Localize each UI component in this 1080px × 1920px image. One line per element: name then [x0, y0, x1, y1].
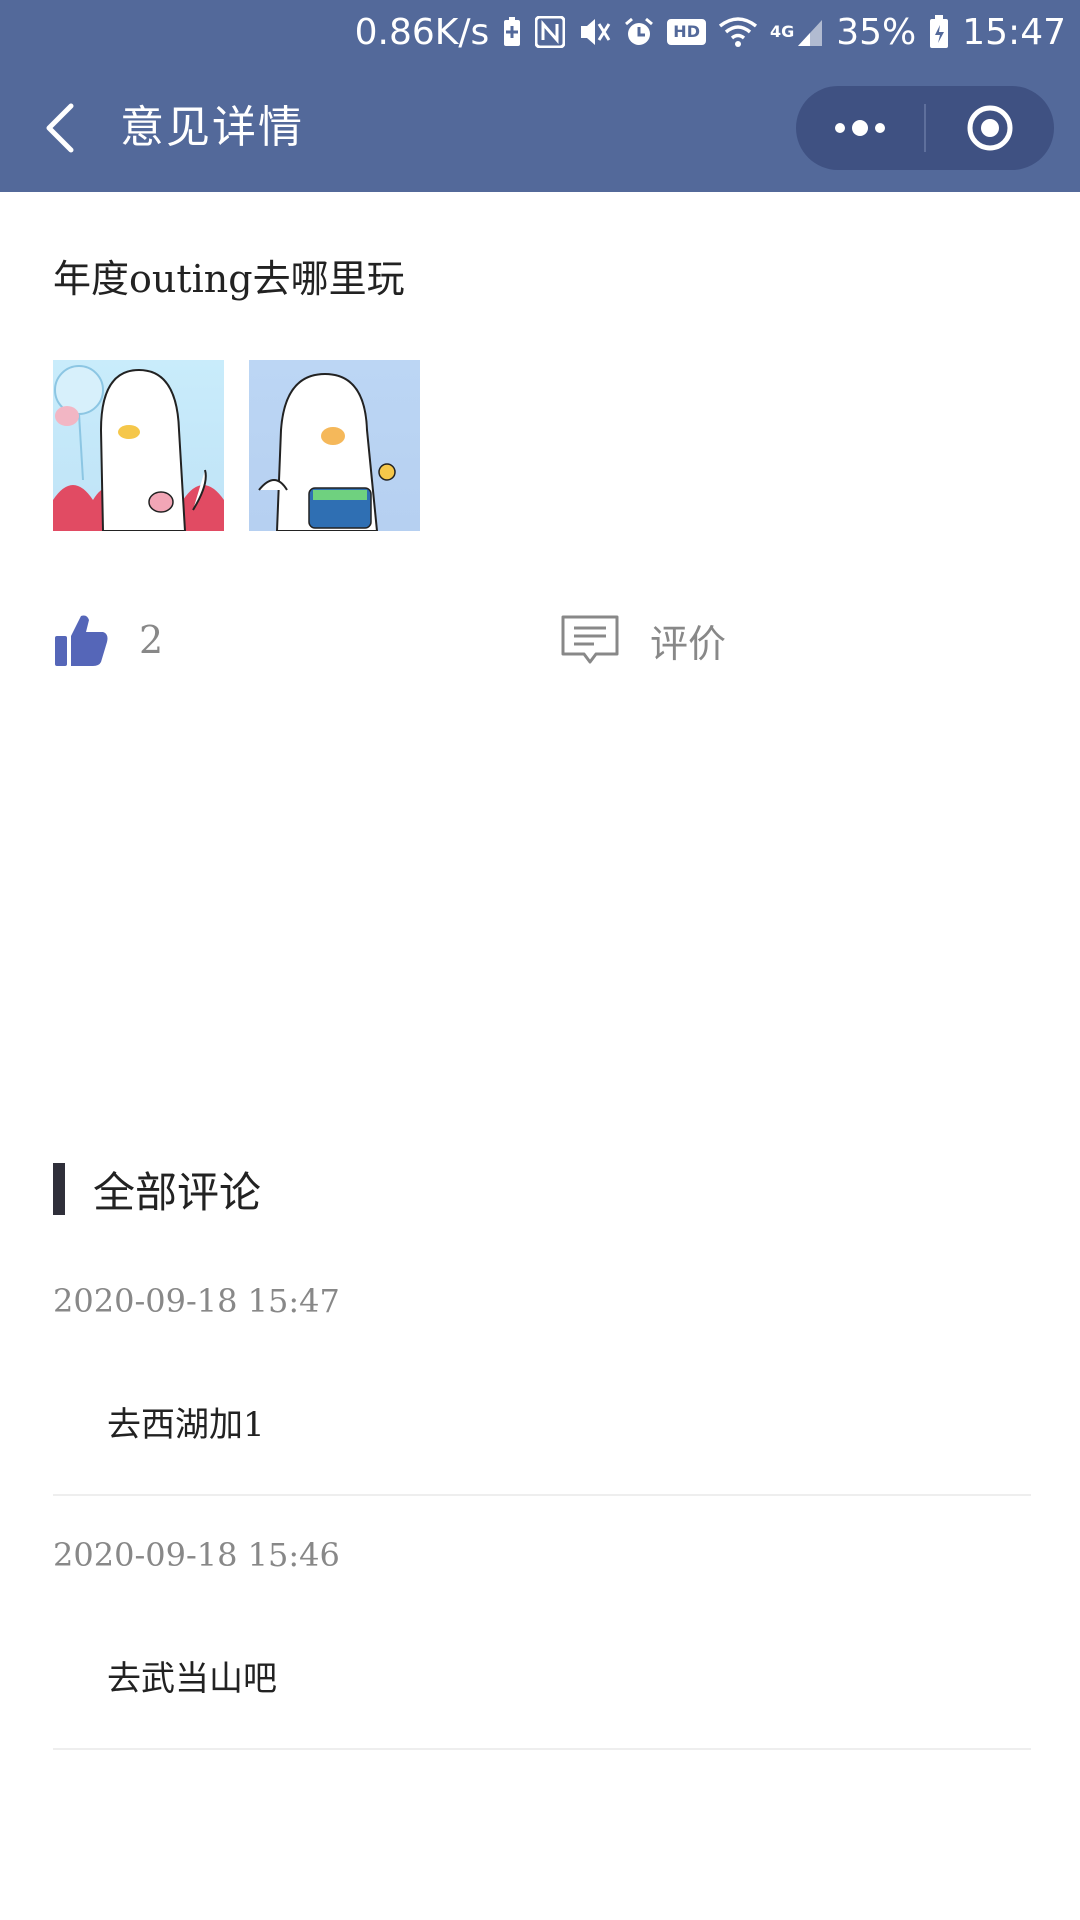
comment-item: 2020-09-18 15:47 去西湖加1: [53, 1282, 1031, 1446]
network-speed: 0.86K/s: [354, 11, 490, 53]
post-image-1[interactable]: [53, 360, 224, 531]
back-button[interactable]: [30, 94, 90, 162]
thumbs-up-icon: [55, 615, 108, 666]
post-title: 年度outing去哪里玩: [53, 257, 405, 301]
comment-label: 评价: [650, 621, 727, 666]
chevron-left-icon: [46, 103, 74, 153]
like-button[interactable]: 2: [53, 610, 163, 670]
section-accent-bar: [53, 1163, 65, 1215]
comments-section-header: 全部评论: [53, 1162, 261, 1217]
mobile-signal-icon: 4G: [770, 12, 824, 52]
comment-text: 去西湖加1: [107, 1405, 265, 1445]
wifi-icon: [718, 12, 758, 52]
battery-saver-icon: [501, 12, 523, 52]
comment-divider: [53, 1494, 1031, 1496]
feedback-detail-page: 0.86K/s HD 4G 35% 15:47 意见详情 年度outing去哪里…: [0, 0, 1080, 1920]
alarm-icon: [623, 12, 655, 52]
more-menu-button[interactable]: [796, 86, 924, 170]
nfc-icon: [535, 12, 566, 52]
comment-item: 2020-09-18 15:46 去武当山吧: [53, 1536, 1031, 1700]
status-bar: 0.86K/s HD 4G 35% 15:47: [0, 0, 1080, 64]
clock-time: 15:47: [962, 11, 1066, 53]
nav-bar: 意见详情: [0, 64, 1080, 192]
more-dots-icon: [835, 120, 885, 136]
duck-balloon-illustration: [53, 365, 224, 531]
comment-button[interactable]: 评价: [560, 610, 726, 670]
comment-divider: [53, 1748, 1031, 1750]
comment-time: 2020-09-18 15:47: [53, 1282, 340, 1320]
target-circle-icon: [967, 105, 1013, 151]
duck-snack-illustration: [258, 372, 396, 531]
page-title: 意见详情: [120, 102, 304, 153]
post-image-2[interactable]: [249, 360, 420, 531]
comment-bubble-icon: [561, 615, 619, 664]
mute-vibrate-icon: [577, 12, 611, 52]
comments-section-title: 全部评论: [93, 1167, 262, 1217]
like-count: 2: [139, 618, 164, 662]
battery-charging-icon: [928, 12, 950, 52]
comment-text: 去武当山吧: [107, 1659, 277, 1699]
battery-percent: 35%: [836, 11, 917, 53]
mini-program-capsule: [796, 86, 1054, 170]
close-mini-program-button[interactable]: [926, 86, 1054, 170]
comment-time: 2020-09-18 15:46: [53, 1536, 340, 1574]
hd-icon: HD: [667, 12, 706, 52]
